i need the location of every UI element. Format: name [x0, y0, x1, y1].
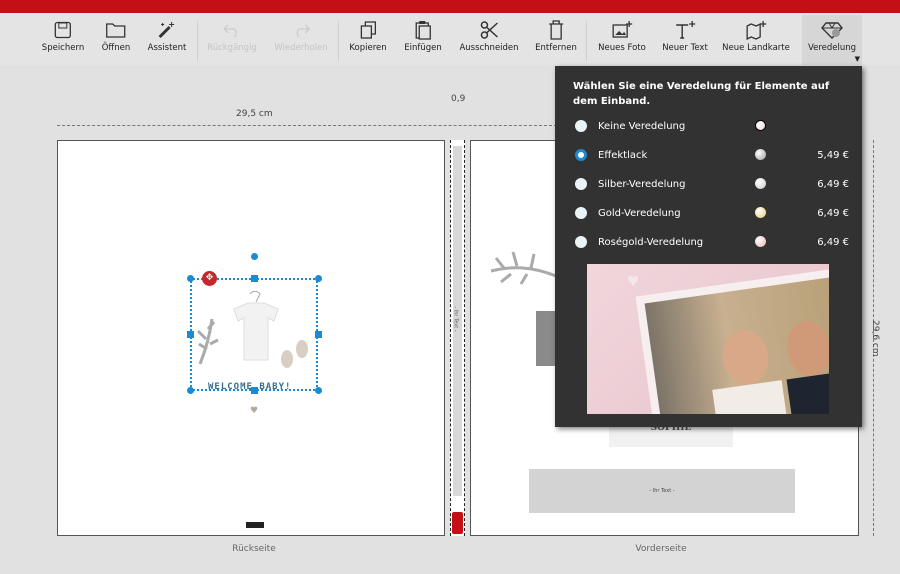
- front-page-label: Vorderseite: [635, 544, 687, 554]
- brand-logo: [246, 522, 264, 528]
- finishing-option[interactable]: Silber-Veredelung 6,49 €: [575, 174, 855, 194]
- option-price: 6,49 €: [817, 178, 849, 190]
- heart-icon: ♥: [250, 406, 259, 416]
- radio-button[interactable]: [575, 120, 587, 132]
- popup-title: Wählen Sie eine Veredelung für Elemente …: [573, 81, 830, 107]
- copy-button[interactable]: Kopieren: [349, 17, 387, 63]
- add-text-icon: [674, 17, 696, 43]
- spine[interactable]: - Ihr Text -: [450, 140, 465, 536]
- spine-placeholder: - Ihr Text -: [452, 306, 459, 332]
- undo-icon: [222, 17, 242, 43]
- finish-swatch-icon: [755, 207, 766, 218]
- resize-handle-bl[interactable]: [187, 387, 194, 394]
- option-label: Effektlack: [598, 149, 648, 161]
- separator: [586, 21, 587, 61]
- spine-ruler-label: 0,9: [451, 94, 466, 104]
- paste-icon: [414, 17, 432, 43]
- title-bar: [0, 0, 900, 13]
- new-text-button[interactable]: Neuer Text: [662, 17, 708, 63]
- add-map-icon: [745, 17, 767, 43]
- option-price: 6,49 €: [817, 207, 849, 219]
- finishing-preview-image: ♥ ♥: [587, 264, 829, 414]
- save-button[interactable]: Speichern: [42, 17, 84, 63]
- paste-button[interactable]: Einfügen: [404, 17, 442, 63]
- spine-logo: [452, 512, 463, 534]
- separator: [338, 21, 339, 61]
- option-price: 5,49 €: [817, 149, 849, 161]
- add-photo-icon: [611, 17, 633, 43]
- radio-button[interactable]: [575, 207, 587, 219]
- dropdown-arrow-icon: ▼: [854, 55, 860, 63]
- back-cover-page[interactable]: WELCOME BABY! ✥ ♥: [57, 140, 445, 536]
- finishing-option[interactable]: Effektlack 5,49 €: [575, 145, 855, 165]
- finishing-option[interactable]: Keine Veredelung: [575, 116, 855, 136]
- assistant-button[interactable]: Assistent: [148, 17, 186, 63]
- scissors-icon: [479, 17, 499, 43]
- baby-clothes-image: [196, 290, 308, 368]
- finishing-option[interactable]: Roségold-Veredelung 6,49 €: [575, 232, 855, 252]
- copy-icon: [359, 17, 377, 43]
- no-finish-icon: [755, 120, 766, 131]
- spine-text-field[interactable]: - Ihr Text -: [453, 146, 462, 496]
- cut-button[interactable]: Ausschneiden: [459, 17, 519, 63]
- resize-handle-tl[interactable]: [187, 275, 194, 282]
- resize-handle-tr[interactable]: [315, 275, 322, 282]
- finish-swatch-icon: [755, 178, 766, 189]
- caption-text: WELCOME BABY!: [208, 382, 292, 392]
- option-label: Gold-Veredelung: [598, 207, 681, 219]
- radio-button[interactable]: [575, 149, 587, 161]
- separator: [197, 21, 198, 61]
- redo-button[interactable]: Wiederholen: [274, 17, 328, 63]
- undo-button[interactable]: Rückgängig: [207, 17, 257, 63]
- save-icon: [54, 17, 72, 43]
- resize-handle-br[interactable]: [315, 387, 322, 394]
- finishing-button[interactable]: Veredelung ▼: [802, 15, 862, 65]
- front-text-field[interactable]: - Ihr Text -: [529, 469, 795, 513]
- leaf-decoration: [490, 251, 557, 285]
- resize-handle-b[interactable]: [251, 387, 258, 394]
- redo-icon: [291, 17, 311, 43]
- finish-swatch-icon: [755, 149, 766, 160]
- magic-wand-icon: [157, 17, 177, 43]
- resize-handle-r[interactable]: [315, 331, 322, 338]
- radio-button[interactable]: [575, 236, 587, 248]
- selected-image-frame[interactable]: WELCOME BABY! ✥: [190, 271, 318, 392]
- option-label: Roségold-Veredelung: [598, 236, 704, 248]
- resize-handle-t[interactable]: [251, 275, 258, 282]
- option-label: Keine Veredelung: [598, 120, 686, 132]
- option-label: Silber-Veredelung: [598, 178, 686, 190]
- back-page-label: Rückseite: [232, 544, 276, 554]
- finishing-popup: Wählen Sie eine Veredelung für Elemente …: [555, 66, 862, 427]
- new-map-button[interactable]: Neue Landkarte: [722, 17, 790, 63]
- trash-icon: [547, 17, 565, 43]
- option-price: 6,49 €: [817, 236, 849, 248]
- resize-handle-l[interactable]: [187, 331, 194, 338]
- move-handle-icon[interactable]: ✥: [202, 271, 217, 286]
- radio-button[interactable]: [575, 178, 587, 190]
- finish-swatch-icon: [755, 236, 766, 247]
- delete-button[interactable]: Entfernen: [535, 17, 577, 63]
- finishing-option[interactable]: Gold-Veredelung 6,49 €: [575, 203, 855, 223]
- rotate-handle[interactable]: [251, 253, 258, 260]
- width-ruler-label: 29,5 cm: [236, 109, 273, 119]
- toolbar: Speichern Öffnen Assistent Rückgängig Wi…: [0, 13, 900, 65]
- height-ruler-label: 29,6 cm: [870, 320, 880, 357]
- new-photo-button[interactable]: Neues Foto: [598, 17, 646, 63]
- width-ruler-line: [57, 125, 557, 126]
- folder-icon: [106, 17, 126, 43]
- diamond-icon: [821, 17, 843, 43]
- open-button[interactable]: Öffnen: [102, 17, 130, 63]
